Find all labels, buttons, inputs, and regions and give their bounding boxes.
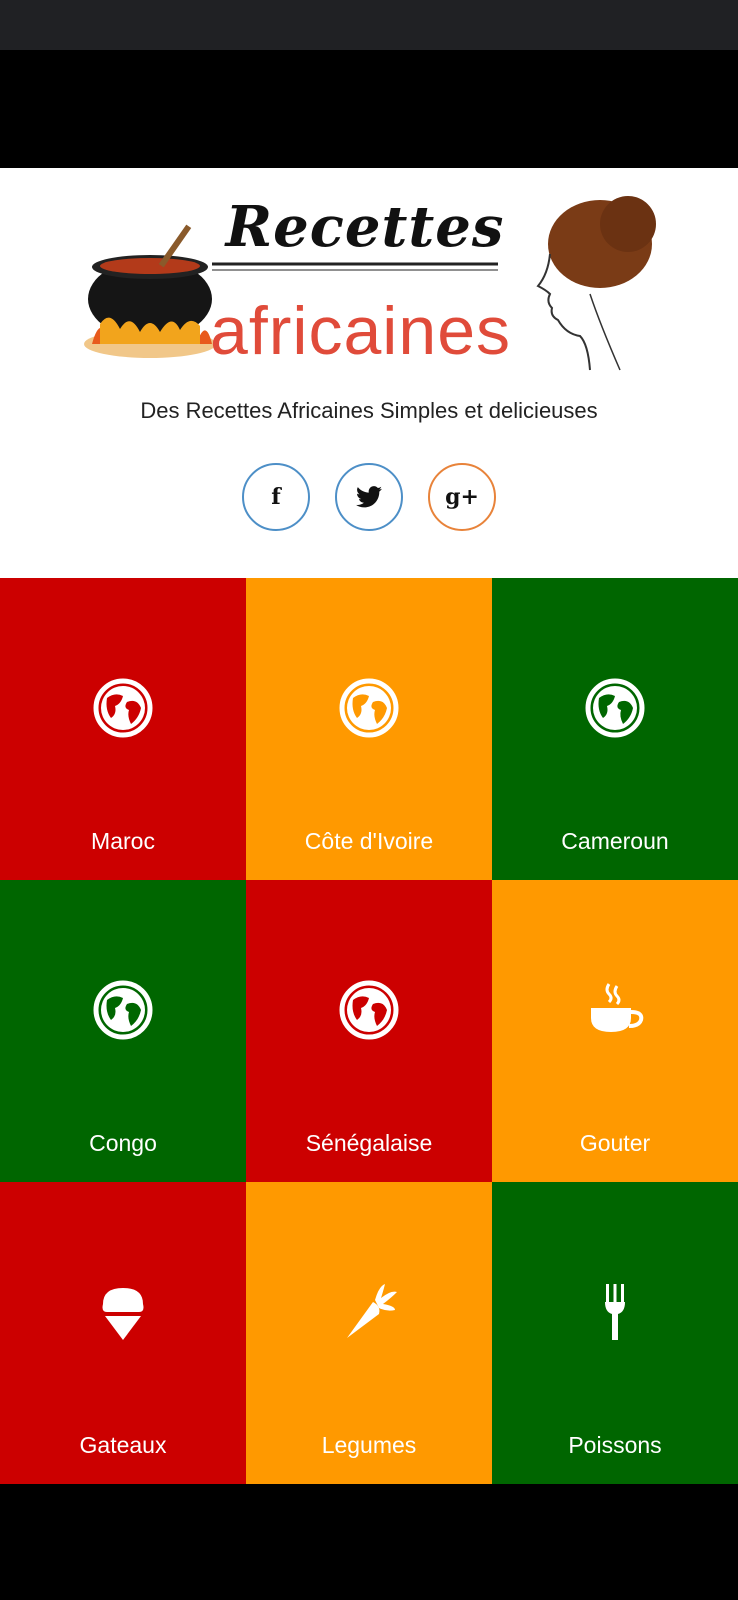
google-plus-icon: g+: [445, 484, 479, 510]
twitter-icon: [356, 486, 382, 508]
site-header: Recettes africaines Des Recettes Africai…: [0, 168, 738, 578]
category-label: Cameroun: [561, 828, 669, 854]
category-tile-c-te-d-ivoire[interactable]: Côte d'Ivoire: [246, 578, 492, 880]
category-tile-cameroun[interactable]: Cameroun: [492, 578, 738, 880]
carrot-icon: [339, 1282, 399, 1342]
top-black-band: [0, 50, 738, 168]
category-tile-congo[interactable]: Congo: [0, 880, 246, 1182]
ice-cream-icon: [93, 1282, 153, 1342]
category-label: Gateaux: [79, 1432, 167, 1458]
category-label: Legumes: [321, 1432, 417, 1458]
globe-icon: [339, 980, 399, 1040]
category-tile-gateaux[interactable]: Gateaux: [0, 1182, 246, 1484]
category-tile-poissons[interactable]: Poissons: [492, 1182, 738, 1484]
globe-icon: [339, 678, 399, 738]
status-bar: [0, 0, 738, 50]
facebook-icon: f: [271, 484, 281, 510]
facebook-button[interactable]: f: [242, 463, 310, 531]
category-label: Maroc: [91, 828, 155, 854]
category-label: Sénégalaise: [305, 1130, 433, 1156]
bottom-black-band: [0, 1484, 738, 1600]
category-tile-maroc[interactable]: Maroc: [0, 578, 246, 880]
site-logo[interactable]: Recettes africaines: [80, 194, 660, 374]
globe-icon: [93, 980, 153, 1040]
category-tile-gouter[interactable]: Gouter: [492, 880, 738, 1182]
coffee-cup-icon: [585, 980, 645, 1040]
logo-title: Recettes: [225, 194, 505, 260]
logo-subtitle: africaines: [210, 293, 512, 369]
category-tile-s-n-galaise[interactable]: Sénégalaise: [246, 880, 492, 1182]
category-label: Côte d'Ivoire: [304, 828, 434, 854]
category-label: Poissons: [568, 1432, 662, 1458]
category-grid: Maroc Côte d'Ivoire Cameroun Congo Sénégalai…: [0, 578, 738, 1484]
site-tagline: Des Recettes Africaines Simples et delic…: [140, 398, 598, 423]
twitter-button[interactable]: [335, 463, 403, 531]
category-label: Congo: [89, 1130, 157, 1156]
social-links: f g+: [0, 463, 738, 535]
category-label: Gouter: [579, 1130, 651, 1156]
google-plus-button[interactable]: g+: [428, 463, 496, 531]
globe-icon: [93, 678, 153, 738]
category-tile-legumes[interactable]: Legumes: [246, 1182, 492, 1484]
globe-icon: [585, 678, 645, 738]
fork-icon: [585, 1282, 645, 1342]
